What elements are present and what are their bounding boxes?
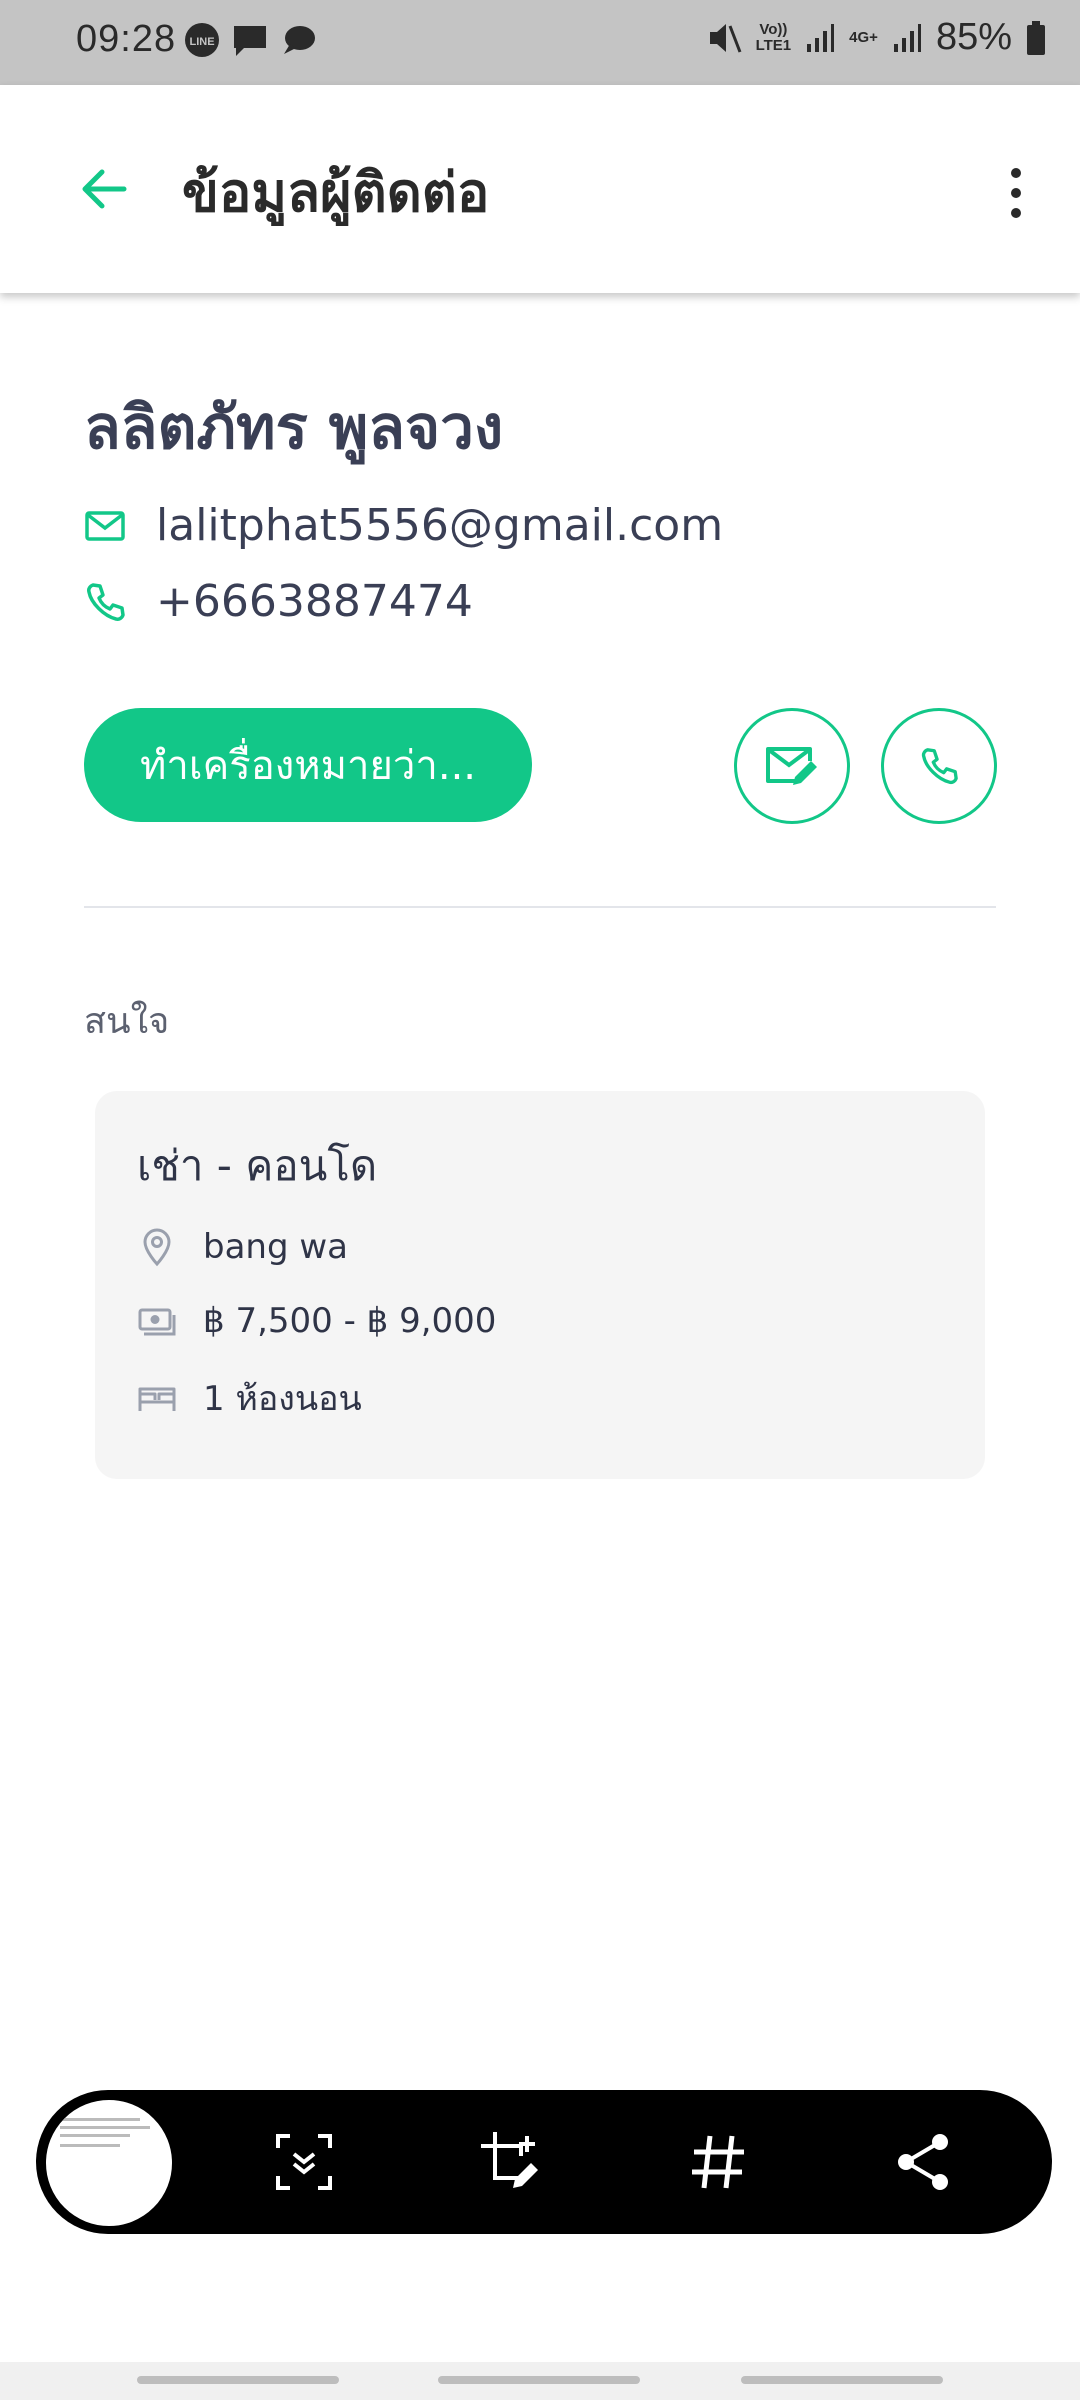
contact-phone[interactable]: +6663887474 xyxy=(156,576,473,627)
hashtag-icon[interactable] xyxy=(686,2130,750,2194)
app-header: ข้อมูลผู้ติดต่อ xyxy=(0,85,1080,293)
interest-section-label: สนใจ xyxy=(84,1001,170,1042)
crop-edit-icon[interactable] xyxy=(479,2130,543,2194)
signal-icon-2 xyxy=(893,23,921,52)
divider xyxy=(84,906,996,908)
notification-icons: LINE xyxy=(182,20,318,60)
interest-price-row: ฿ 7,500 - ฿ 9,000 xyxy=(137,1301,496,1341)
mark-as-button[interactable]: ทำเครื่องหมายว่า... xyxy=(84,708,532,822)
thumbnail-line xyxy=(60,2144,120,2147)
contact-email-row[interactable]: lalitphat5556@gmail.com xyxy=(84,500,723,551)
volte-label: Vo)) LTE1 xyxy=(755,20,792,54)
interest-location: bang wa xyxy=(203,1227,348,1267)
interest-price: ฿ 7,500 - ฿ 9,000 xyxy=(203,1301,497,1341)
more-menu-icon[interactable] xyxy=(996,163,1036,223)
screenshot-toolbar xyxy=(36,2090,1052,2234)
location-pin-icon xyxy=(143,1228,171,1267)
call-button[interactable] xyxy=(881,708,997,824)
status-time: 09:28 xyxy=(76,18,177,60)
interest-bedrooms: 1 ห้องนอน xyxy=(203,1379,362,1419)
back-arrow-icon[interactable] xyxy=(78,163,130,215)
scroll-capture-icon[interactable] xyxy=(272,2130,336,2194)
send-email-button[interactable] xyxy=(734,708,850,824)
network-4g-label: 4G+ xyxy=(849,28,878,46)
page-title: ข้อมูลผู้ติดต่อ xyxy=(182,161,490,224)
nav-recents[interactable] xyxy=(137,2376,339,2384)
nav-home[interactable] xyxy=(438,2376,640,2384)
bed-icon xyxy=(138,1387,176,1411)
contact-name: ลลิตภัทร พูลจวง xyxy=(84,393,504,463)
thumbnail-line xyxy=(60,2118,140,2121)
system-icons: Vo)) LTE1 4G+ 85% xyxy=(706,16,1046,59)
phone-icon xyxy=(921,748,958,785)
contact-phone-row[interactable]: +6663887474 xyxy=(84,576,473,627)
interest-bedrooms-row: 1 ห้องนอน xyxy=(137,1371,362,1425)
money-icon xyxy=(138,1308,176,1336)
interest-title: เช่า - คอนโด xyxy=(137,1141,378,1190)
thumbnail-line xyxy=(60,2126,150,2129)
svg-text:LINE: LINE xyxy=(189,36,214,48)
line-app-icon: LINE xyxy=(185,23,219,57)
nav-back[interactable] xyxy=(741,2376,943,2384)
battery-percent: 85% xyxy=(935,16,1012,58)
thumbnail-line xyxy=(60,2134,130,2137)
interest-card[interactable]: เช่า - คอนโด bang wa ฿ 7,500 - ฿ 9,000 1… xyxy=(95,1091,985,1479)
chat-bubble-icon xyxy=(284,26,315,54)
status-bar: 09:28 LINE Vo)) LTE1 4G+ 85% xyxy=(0,0,1080,85)
interest-location-row: bang wa xyxy=(137,1227,348,1267)
message-icon xyxy=(234,26,266,56)
contact-email[interactable]: lalitphat5556@gmail.com xyxy=(156,500,723,551)
mute-icon xyxy=(709,23,741,53)
battery-icon xyxy=(1027,20,1045,55)
system-nav-bar xyxy=(0,2362,1080,2400)
mail-icon xyxy=(85,510,125,541)
signal-icon xyxy=(807,23,835,52)
mail-edit-icon xyxy=(766,747,817,785)
phone-icon xyxy=(87,582,125,621)
share-icon[interactable] xyxy=(892,2130,956,2194)
screenshot-thumbnail[interactable] xyxy=(42,2096,176,2230)
